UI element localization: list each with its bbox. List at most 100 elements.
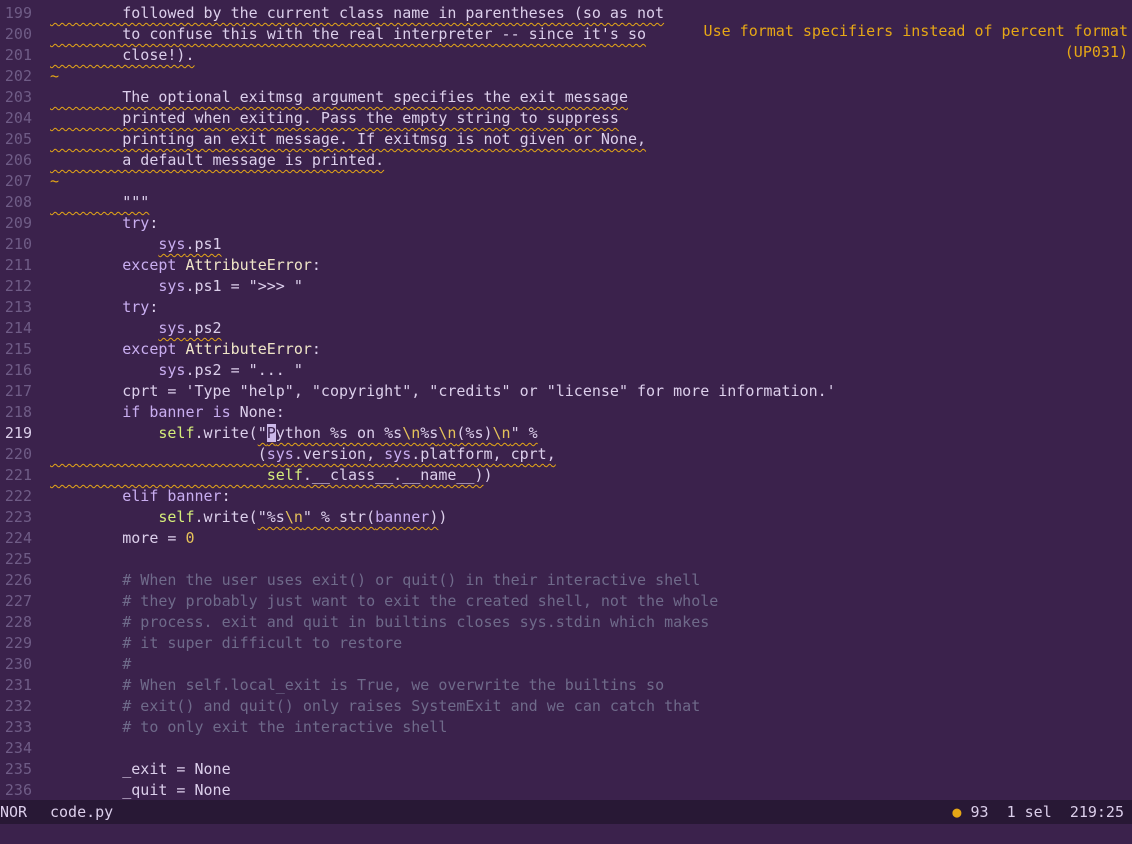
code-line[interactable]: 221 self.__class__.__name__)) [0,465,1132,486]
line-code[interactable]: printing an exit message. If exitmsg is … [50,129,646,150]
line-code[interactable]: sys.ps1 [50,234,221,255]
line-code[interactable]: sys.ps1 = ">>> " [50,276,303,297]
line-code[interactable]: ~ [50,66,59,87]
line-number: 222 [4,487,32,505]
line-number: 224 [4,529,32,547]
code-line[interactable]: 218 if banner is None: [0,402,1132,423]
line-code[interactable]: try: [50,297,158,318]
line-number: 227 [4,592,32,610]
code-line[interactable]: 231 # When self.local_exit is True, we o… [0,675,1132,696]
code-line[interactable]: 204 printed when exiting. Pass the empty… [0,108,1132,129]
line-number: 218 [4,403,32,421]
code-line[interactable]: 219 self.write("Python %s on %s\n%s\n(%s… [0,423,1132,444]
line-code[interactable]: elif banner: [50,486,230,507]
code-line[interactable]: 212 sys.ps1 = ">>> " [0,276,1132,297]
code-line[interactable]: 214 sys.ps2 [0,318,1132,339]
line-number: 211 [4,256,32,274]
line-code[interactable]: # it super difficult to restore [50,633,402,654]
command-line[interactable] [0,824,1132,844]
mode-indicator: NOR [0,803,28,821]
line-code[interactable]: if banner is None: [50,402,285,423]
line-code[interactable]: ~ [50,171,59,192]
code-line[interactable]: 232 # exit() and quit() only raises Syst… [0,696,1132,717]
code-line[interactable]: 227 # they probably just want to exit th… [0,591,1132,612]
line-code[interactable]: except AttributeError: [50,255,321,276]
line-number: 209 [4,214,32,232]
line-code[interactable]: except AttributeError: [50,339,321,360]
line-code[interactable]: cprt = 'Type "help", "copyright", "credi… [50,381,835,402]
code-line[interactable]: 215 except AttributeError: [0,339,1132,360]
line-code[interactable]: # When the user uses exit() or quit() in… [50,570,700,591]
code-line[interactable]: 208 """ [0,192,1132,213]
code-line[interactable]: 226 # When the user uses exit() or quit(… [0,570,1132,591]
code-line[interactable]: 206 a default message is printed. [0,150,1132,171]
line-code[interactable]: self.write("%s\n" % str(banner)) [50,507,447,528]
line-code[interactable]: try: [50,213,158,234]
line-number: 229 [4,634,32,652]
line-code[interactable]: # [50,654,131,675]
code-line[interactable]: 228 # process. exit and quit in builtins… [0,612,1132,633]
code-line[interactable]: 223 self.write("%s\n" % str(banner)) [0,507,1132,528]
diagnostic-message: Use format specifiers instead of percent… [704,21,1128,63]
line-number: 199 [4,4,32,22]
line-code[interactable]: """ [50,192,149,213]
code-line[interactable]: 229 # it super difficult to restore [0,633,1132,654]
code-line[interactable]: 225 [0,549,1132,570]
code-line[interactable]: 211 except AttributeError: [0,255,1132,276]
line-number: 208 [4,193,32,211]
cursor-position: 219:25 [1069,803,1124,821]
code-line[interactable]: 235 _exit = None [0,759,1132,780]
line-number: 215 [4,340,32,358]
line-number: 213 [4,298,32,316]
line-code[interactable]: self.__class__.__name__)) [50,465,493,486]
code-line[interactable]: 207 ~ [0,171,1132,192]
line-code[interactable]: close!). [50,45,194,66]
line-code[interactable]: The optional exitmsg argument specifies … [50,87,628,108]
code-line[interactable]: 203 The optional exitmsg argument specif… [0,87,1132,108]
line-number: 226 [4,571,32,589]
code-line[interactable]: 224 more = 0 [0,528,1132,549]
line-number: 221 [4,466,32,484]
line-code[interactable]: _quit = None [50,780,230,800]
code-line[interactable]: 210 sys.ps1 [0,234,1132,255]
selection-count: 1 sel [1006,803,1052,821]
code-line[interactable]: 230 # [0,654,1132,675]
line-code[interactable]: to confuse this with the real interprete… [50,24,646,45]
line-code[interactable]: # exit() and quit() only raises SystemEx… [50,696,700,717]
line-code[interactable]: # process. exit and quit in builtins clo… [50,612,709,633]
code-line[interactable]: 209 try: [0,213,1132,234]
line-code[interactable]: followed by the current class name in pa… [50,3,664,24]
line-code[interactable]: sys.ps2 = "... " [50,360,303,381]
line-number: 200 [4,25,32,43]
code-line[interactable]: 216 sys.ps2 = "... " [0,360,1132,381]
line-code[interactable]: _exit = None [50,759,230,780]
line-number: 214 [4,319,32,337]
code-line[interactable]: 202 ~ [0,66,1132,87]
line-number: 201 [4,46,32,64]
code-line[interactable]: 222 elif banner: [0,486,1132,507]
code-line[interactable]: 236 _quit = None [0,780,1132,800]
line-code[interactable]: more = 0 [50,528,194,549]
line-number: 228 [4,613,32,631]
code-line[interactable]: 234 [0,738,1132,759]
diagnostic-code: (UP031) [1064,43,1128,61]
line-code[interactable]: a default message is printed. [50,150,384,171]
line-code[interactable]: # they probably just want to exit the cr… [50,591,718,612]
line-number: 206 [4,151,32,169]
line-number: 203 [4,88,32,106]
code-line[interactable]: 205 printing an exit message. If exitmsg… [0,129,1132,150]
code-line[interactable]: 217 cprt = 'Type "help", "copyright", "c… [0,381,1132,402]
line-code[interactable]: # When self.local_exit is True, we overw… [50,675,664,696]
line-number: 235 [4,760,32,778]
line-number: 231 [4,676,32,694]
line-code[interactable]: self.write("Python %s on %s\n%s\n(%s)\n"… [50,423,538,444]
line-code[interactable]: sys.ps2 [50,318,221,339]
line-code[interactable]: printed when exiting. Pass the empty str… [50,108,619,129]
code-line[interactable]: 233 # to only exit the interactive shell [0,717,1132,738]
code-line[interactable]: 213 try: [0,297,1132,318]
line-code[interactable]: (sys.version, sys.platform, cprt, [50,444,556,465]
line-code[interactable]: # to only exit the interactive shell [50,717,447,738]
editor-pane[interactable]: 199 followed by the current class name i… [0,0,1132,800]
line-number: 223 [4,508,32,526]
code-line[interactable]: 220 (sys.version, sys.platform, cprt, [0,444,1132,465]
